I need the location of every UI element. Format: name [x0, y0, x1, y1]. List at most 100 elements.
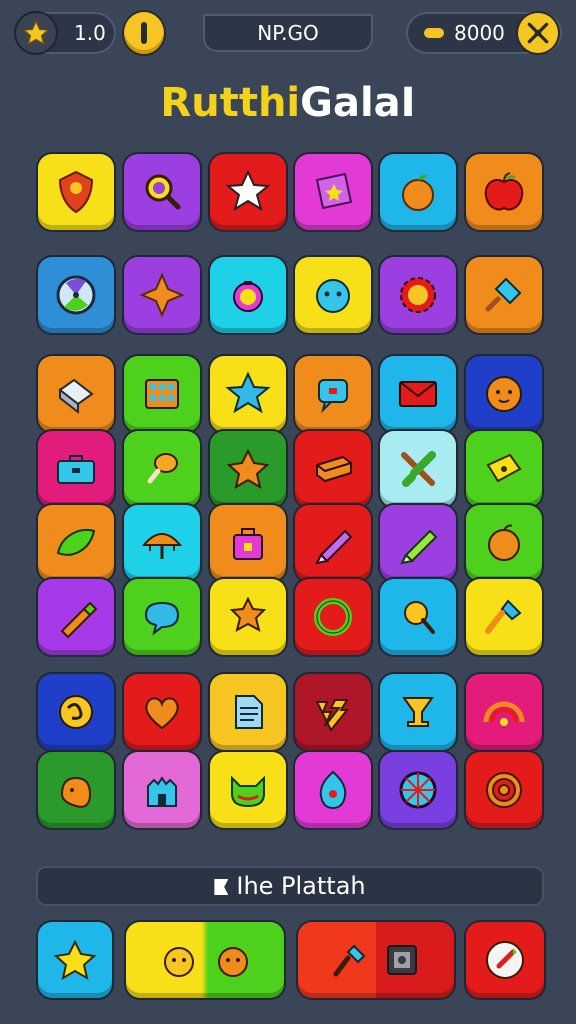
tile-castle[interactable] — [124, 752, 200, 828]
pencil-icon — [315, 529, 353, 565]
puzzle-star-icon — [229, 596, 267, 632]
tile-eraser[interactable] — [38, 356, 114, 432]
popsicle-icon — [485, 277, 522, 312]
title-part-a: Rutthi — [160, 80, 301, 126]
tile-crayon-stick[interactable] — [38, 579, 114, 655]
coins-counter[interactable]: 8000 — [406, 12, 562, 54]
drumstick-icon — [147, 453, 178, 484]
tile-shield-crest[interactable] — [38, 154, 114, 230]
tile-popsicle[interactable] — [466, 257, 542, 333]
stars-counter[interactable]: 1.0 — [14, 12, 116, 54]
pocket-watch-icon — [233, 281, 263, 312]
star-button-icon — [53, 939, 97, 981]
tile-compass[interactable] — [38, 257, 114, 333]
tile-speech-bubble[interactable] — [295, 356, 371, 432]
tile-pencil[interactable] — [295, 505, 371, 581]
smiley-ball-icon — [486, 376, 522, 412]
star-icon — [225, 371, 271, 414]
tile-envelope[interactable] — [380, 356, 456, 432]
torch-icon — [485, 599, 522, 634]
faces-button[interactable] — [126, 922, 284, 998]
tile-racket[interactable] — [380, 579, 456, 655]
level-label-panel: NP.GO — [203, 14, 373, 52]
tile-orange[interactable] — [380, 154, 456, 230]
stars-value: 1.0 — [74, 21, 106, 45]
rainbow-icon — [483, 701, 525, 726]
shield-drop-icon — [319, 770, 347, 810]
coin-icon[interactable] — [124, 12, 164, 54]
rocket-icon — [486, 941, 524, 979]
tile-puzzle-star[interactable] — [210, 579, 286, 655]
tile-knot[interactable] — [38, 674, 114, 750]
tile-star-blue[interactable] — [210, 356, 286, 432]
rocket-button[interactable] — [466, 922, 544, 998]
hand-pouch-icon — [60, 776, 92, 808]
tile-calendar-grid[interactable] — [124, 356, 200, 432]
apple-icon — [484, 172, 524, 211]
magnifier-icon — [145, 174, 181, 210]
tile-heart[interactable] — [124, 674, 200, 750]
tile-torch[interactable] — [466, 579, 542, 655]
tile-brick[interactable] — [295, 431, 371, 507]
leaf-icon — [56, 529, 96, 556]
brick-icon — [316, 455, 352, 483]
ticket-icon — [486, 453, 522, 483]
cat-leaf-icon — [231, 775, 265, 808]
orange-fruit-icon — [402, 174, 434, 211]
crossed-sticks-icon — [401, 451, 436, 487]
tile-drumstick[interactable] — [124, 431, 200, 507]
tile-ring[interactable] — [295, 579, 371, 655]
ring-icon — [314, 598, 352, 636]
info-banner: Ihe Plattah — [36, 866, 544, 906]
tile-apple[interactable] — [466, 154, 542, 230]
tile-smiley-ball[interactable] — [466, 356, 542, 432]
crayon-stick-icon — [60, 601, 98, 639]
tile-toolbox[interactable] — [38, 431, 114, 507]
tile-crossed-sticks[interactable] — [380, 431, 456, 507]
tile-magnifier[interactable] — [124, 154, 200, 230]
tile-star-sticker[interactable] — [295, 154, 371, 230]
tile-star-white[interactable] — [210, 154, 286, 230]
tools-button[interactable] — [298, 922, 454, 998]
tile-blob-face[interactable] — [295, 257, 371, 333]
speech-bubble-icon — [144, 601, 180, 636]
document-icon — [235, 695, 263, 729]
calendar-grid-icon — [145, 379, 179, 409]
gear-face-icon — [400, 277, 436, 313]
compass-dial-icon — [56, 275, 96, 315]
tile-ticket[interactable] — [466, 431, 542, 507]
blob-face-icon — [316, 279, 350, 313]
tile-origami-star[interactable] — [124, 257, 200, 333]
coin-small-icon — [424, 28, 444, 38]
tile-umbrella[interactable] — [124, 505, 200, 581]
star-icon — [16, 13, 56, 53]
tools-icon[interactable] — [518, 13, 558, 53]
crayon-icon — [400, 529, 438, 565]
tile-cat-leaf[interactable] — [210, 752, 286, 828]
tile-gear-face[interactable] — [380, 257, 456, 333]
star-button[interactable] — [38, 922, 112, 998]
tile-rainbow[interactable] — [466, 674, 542, 750]
target-icon — [486, 772, 522, 808]
wheel-icon — [399, 771, 437, 809]
tile-hand-pouch[interactable] — [38, 752, 114, 828]
knot-icon — [59, 695, 93, 729]
origami-star-icon — [139, 272, 185, 318]
castle-icon — [147, 776, 177, 807]
tile-star-badge[interactable] — [210, 431, 286, 507]
tile-shield-drop[interactable] — [295, 752, 371, 828]
tile-target[interactable] — [466, 752, 542, 828]
tile-crayon[interactable] — [380, 505, 456, 581]
tile-leaf[interactable] — [38, 505, 114, 581]
tile-goblet[interactable] — [380, 674, 456, 750]
star-sticker-icon — [315, 172, 353, 210]
tile-lightning[interactable] — [295, 674, 371, 750]
banner-flag-icon — [214, 879, 229, 895]
coins-value: 8000 — [454, 21, 505, 45]
tile-speech-bubble-blue[interactable] — [124, 579, 200, 655]
tile-wheel[interactable] — [380, 752, 456, 828]
tile-document[interactable] — [210, 674, 286, 750]
tile-orange-ball[interactable] — [466, 505, 542, 581]
tile-pocket-watch[interactable] — [210, 257, 286, 333]
tile-lock-bag[interactable] — [210, 505, 286, 581]
